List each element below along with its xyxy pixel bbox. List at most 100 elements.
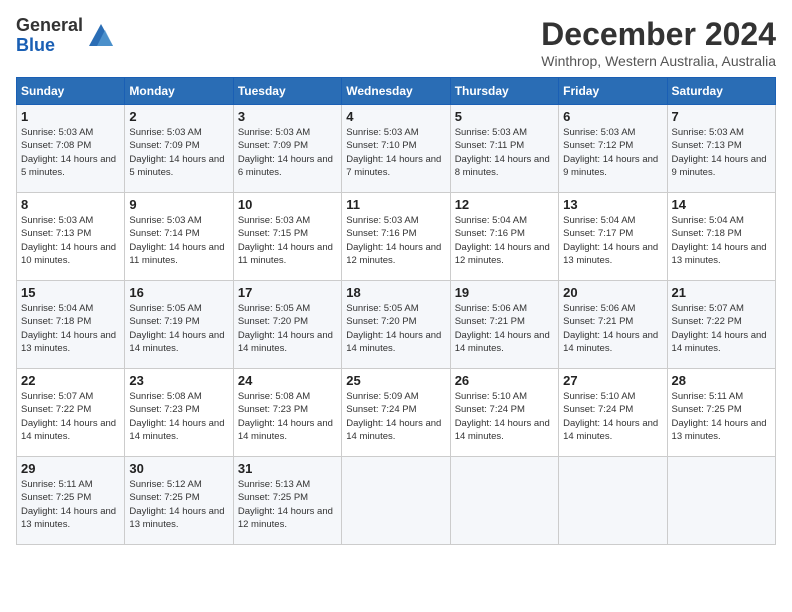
day-info: Sunrise: 5:05 AMSunset: 7:20 PMDaylight:… xyxy=(346,303,441,354)
day-number: 15 xyxy=(21,285,120,300)
day-info: Sunrise: 5:11 AMSunset: 7:25 PMDaylight:… xyxy=(21,479,116,530)
location-subtitle: Winthrop, Western Australia, Australia xyxy=(541,53,776,69)
calendar-cell: 19 Sunrise: 5:06 AMSunset: 7:21 PMDaylig… xyxy=(450,281,558,369)
calendar-header-wednesday: Wednesday xyxy=(342,78,450,105)
day-number: 18 xyxy=(346,285,445,300)
calendar-cell: 14 Sunrise: 5:04 AMSunset: 7:18 PMDaylig… xyxy=(667,193,775,281)
calendar-header-saturday: Saturday xyxy=(667,78,775,105)
day-info: Sunrise: 5:07 AMSunset: 7:22 PMDaylight:… xyxy=(672,303,767,354)
day-info: Sunrise: 5:05 AMSunset: 7:19 PMDaylight:… xyxy=(129,303,224,354)
day-number: 27 xyxy=(563,373,662,388)
day-info: Sunrise: 5:10 AMSunset: 7:24 PMDaylight:… xyxy=(455,391,550,442)
day-number: 12 xyxy=(455,197,554,212)
calendar-cell: 2 Sunrise: 5:03 AMSunset: 7:09 PMDayligh… xyxy=(125,105,233,193)
calendar-cell: 7 Sunrise: 5:03 AMSunset: 7:13 PMDayligh… xyxy=(667,105,775,193)
calendar-cell: 27 Sunrise: 5:10 AMSunset: 7:24 PMDaylig… xyxy=(559,369,667,457)
calendar-week-row: 8 Sunrise: 5:03 AMSunset: 7:13 PMDayligh… xyxy=(17,193,776,281)
calendar-cell: 17 Sunrise: 5:05 AMSunset: 7:20 PMDaylig… xyxy=(233,281,341,369)
day-info: Sunrise: 5:06 AMSunset: 7:21 PMDaylight:… xyxy=(563,303,658,354)
calendar-cell: 6 Sunrise: 5:03 AMSunset: 7:12 PMDayligh… xyxy=(559,105,667,193)
day-number: 28 xyxy=(672,373,771,388)
calendar-cell: 4 Sunrise: 5:03 AMSunset: 7:10 PMDayligh… xyxy=(342,105,450,193)
day-info: Sunrise: 5:07 AMSunset: 7:22 PMDaylight:… xyxy=(21,391,116,442)
day-info: Sunrise: 5:04 AMSunset: 7:17 PMDaylight:… xyxy=(563,215,658,266)
day-number: 16 xyxy=(129,285,228,300)
calendar-cell: 22 Sunrise: 5:07 AMSunset: 7:22 PMDaylig… xyxy=(17,369,125,457)
logo: General Blue xyxy=(16,16,115,56)
day-number: 7 xyxy=(672,109,771,124)
day-info: Sunrise: 5:03 AMSunset: 7:15 PMDaylight:… xyxy=(238,215,333,266)
calendar-cell: 23 Sunrise: 5:08 AMSunset: 7:23 PMDaylig… xyxy=(125,369,233,457)
day-info: Sunrise: 5:08 AMSunset: 7:23 PMDaylight:… xyxy=(129,391,224,442)
day-info: Sunrise: 5:03 AMSunset: 7:13 PMDaylight:… xyxy=(21,215,116,266)
day-info: Sunrise: 5:04 AMSunset: 7:18 PMDaylight:… xyxy=(672,215,767,266)
calendar-cell: 3 Sunrise: 5:03 AMSunset: 7:09 PMDayligh… xyxy=(233,105,341,193)
day-number: 25 xyxy=(346,373,445,388)
day-number: 29 xyxy=(21,461,120,476)
calendar-cell: 28 Sunrise: 5:11 AMSunset: 7:25 PMDaylig… xyxy=(667,369,775,457)
day-info: Sunrise: 5:03 AMSunset: 7:14 PMDaylight:… xyxy=(129,215,224,266)
calendar-cell: 30 Sunrise: 5:12 AMSunset: 7:25 PMDaylig… xyxy=(125,457,233,545)
calendar-header-thursday: Thursday xyxy=(450,78,558,105)
day-info: Sunrise: 5:12 AMSunset: 7:25 PMDaylight:… xyxy=(129,479,224,530)
day-info: Sunrise: 5:13 AMSunset: 7:25 PMDaylight:… xyxy=(238,479,333,530)
calendar-cell: 21 Sunrise: 5:07 AMSunset: 7:22 PMDaylig… xyxy=(667,281,775,369)
day-number: 3 xyxy=(238,109,337,124)
calendar-cell: 15 Sunrise: 5:04 AMSunset: 7:18 PMDaylig… xyxy=(17,281,125,369)
calendar-header-row: SundayMondayTuesdayWednesdayThursdayFrid… xyxy=(17,78,776,105)
calendar-cell: 26 Sunrise: 5:10 AMSunset: 7:24 PMDaylig… xyxy=(450,369,558,457)
day-info: Sunrise: 5:03 AMSunset: 7:10 PMDaylight:… xyxy=(346,127,441,178)
day-number: 22 xyxy=(21,373,120,388)
calendar-week-row: 22 Sunrise: 5:07 AMSunset: 7:22 PMDaylig… xyxy=(17,369,776,457)
logo-icon xyxy=(87,22,115,50)
day-number: 6 xyxy=(563,109,662,124)
day-number: 26 xyxy=(455,373,554,388)
logo-general-text: General xyxy=(16,16,83,36)
calendar-cell xyxy=(559,457,667,545)
calendar-cell: 20 Sunrise: 5:06 AMSunset: 7:21 PMDaylig… xyxy=(559,281,667,369)
title-area: December 2024 Winthrop, Western Australi… xyxy=(541,16,776,69)
calendar-cell: 25 Sunrise: 5:09 AMSunset: 7:24 PMDaylig… xyxy=(342,369,450,457)
day-number: 19 xyxy=(455,285,554,300)
day-info: Sunrise: 5:09 AMSunset: 7:24 PMDaylight:… xyxy=(346,391,441,442)
day-info: Sunrise: 5:03 AMSunset: 7:11 PMDaylight:… xyxy=(455,127,550,178)
day-info: Sunrise: 5:06 AMSunset: 7:21 PMDaylight:… xyxy=(455,303,550,354)
day-info: Sunrise: 5:05 AMSunset: 7:20 PMDaylight:… xyxy=(238,303,333,354)
day-number: 8 xyxy=(21,197,120,212)
calendar-cell: 5 Sunrise: 5:03 AMSunset: 7:11 PMDayligh… xyxy=(450,105,558,193)
day-info: Sunrise: 5:11 AMSunset: 7:25 PMDaylight:… xyxy=(672,391,767,442)
day-info: Sunrise: 5:03 AMSunset: 7:09 PMDaylight:… xyxy=(129,127,224,178)
calendar-header-friday: Friday xyxy=(559,78,667,105)
day-number: 1 xyxy=(21,109,120,124)
calendar-table: SundayMondayTuesdayWednesdayThursdayFrid… xyxy=(16,77,776,545)
day-info: Sunrise: 5:04 AMSunset: 7:18 PMDaylight:… xyxy=(21,303,116,354)
calendar-header-tuesday: Tuesday xyxy=(233,78,341,105)
day-number: 9 xyxy=(129,197,228,212)
logo-blue-text: Blue xyxy=(16,36,83,56)
header: General Blue December 2024 Winthrop, Wes… xyxy=(16,16,776,69)
day-number: 21 xyxy=(672,285,771,300)
calendar-week-row: 29 Sunrise: 5:11 AMSunset: 7:25 PMDaylig… xyxy=(17,457,776,545)
calendar-cell: 31 Sunrise: 5:13 AMSunset: 7:25 PMDaylig… xyxy=(233,457,341,545)
day-number: 23 xyxy=(129,373,228,388)
day-info: Sunrise: 5:10 AMSunset: 7:24 PMDaylight:… xyxy=(563,391,658,442)
calendar-cell: 8 Sunrise: 5:03 AMSunset: 7:13 PMDayligh… xyxy=(17,193,125,281)
month-title: December 2024 xyxy=(541,16,776,53)
day-number: 5 xyxy=(455,109,554,124)
calendar-week-row: 15 Sunrise: 5:04 AMSunset: 7:18 PMDaylig… xyxy=(17,281,776,369)
calendar-cell: 18 Sunrise: 5:05 AMSunset: 7:20 PMDaylig… xyxy=(342,281,450,369)
calendar-cell xyxy=(450,457,558,545)
day-number: 4 xyxy=(346,109,445,124)
calendar-cell: 10 Sunrise: 5:03 AMSunset: 7:15 PMDaylig… xyxy=(233,193,341,281)
calendar-cell: 29 Sunrise: 5:11 AMSunset: 7:25 PMDaylig… xyxy=(17,457,125,545)
calendar-cell xyxy=(667,457,775,545)
day-number: 17 xyxy=(238,285,337,300)
calendar-header-monday: Monday xyxy=(125,78,233,105)
calendar-cell: 13 Sunrise: 5:04 AMSunset: 7:17 PMDaylig… xyxy=(559,193,667,281)
calendar-cell: 12 Sunrise: 5:04 AMSunset: 7:16 PMDaylig… xyxy=(450,193,558,281)
day-number: 20 xyxy=(563,285,662,300)
day-number: 31 xyxy=(238,461,337,476)
day-number: 30 xyxy=(129,461,228,476)
calendar-cell: 16 Sunrise: 5:05 AMSunset: 7:19 PMDaylig… xyxy=(125,281,233,369)
day-info: Sunrise: 5:03 AMSunset: 7:09 PMDaylight:… xyxy=(238,127,333,178)
